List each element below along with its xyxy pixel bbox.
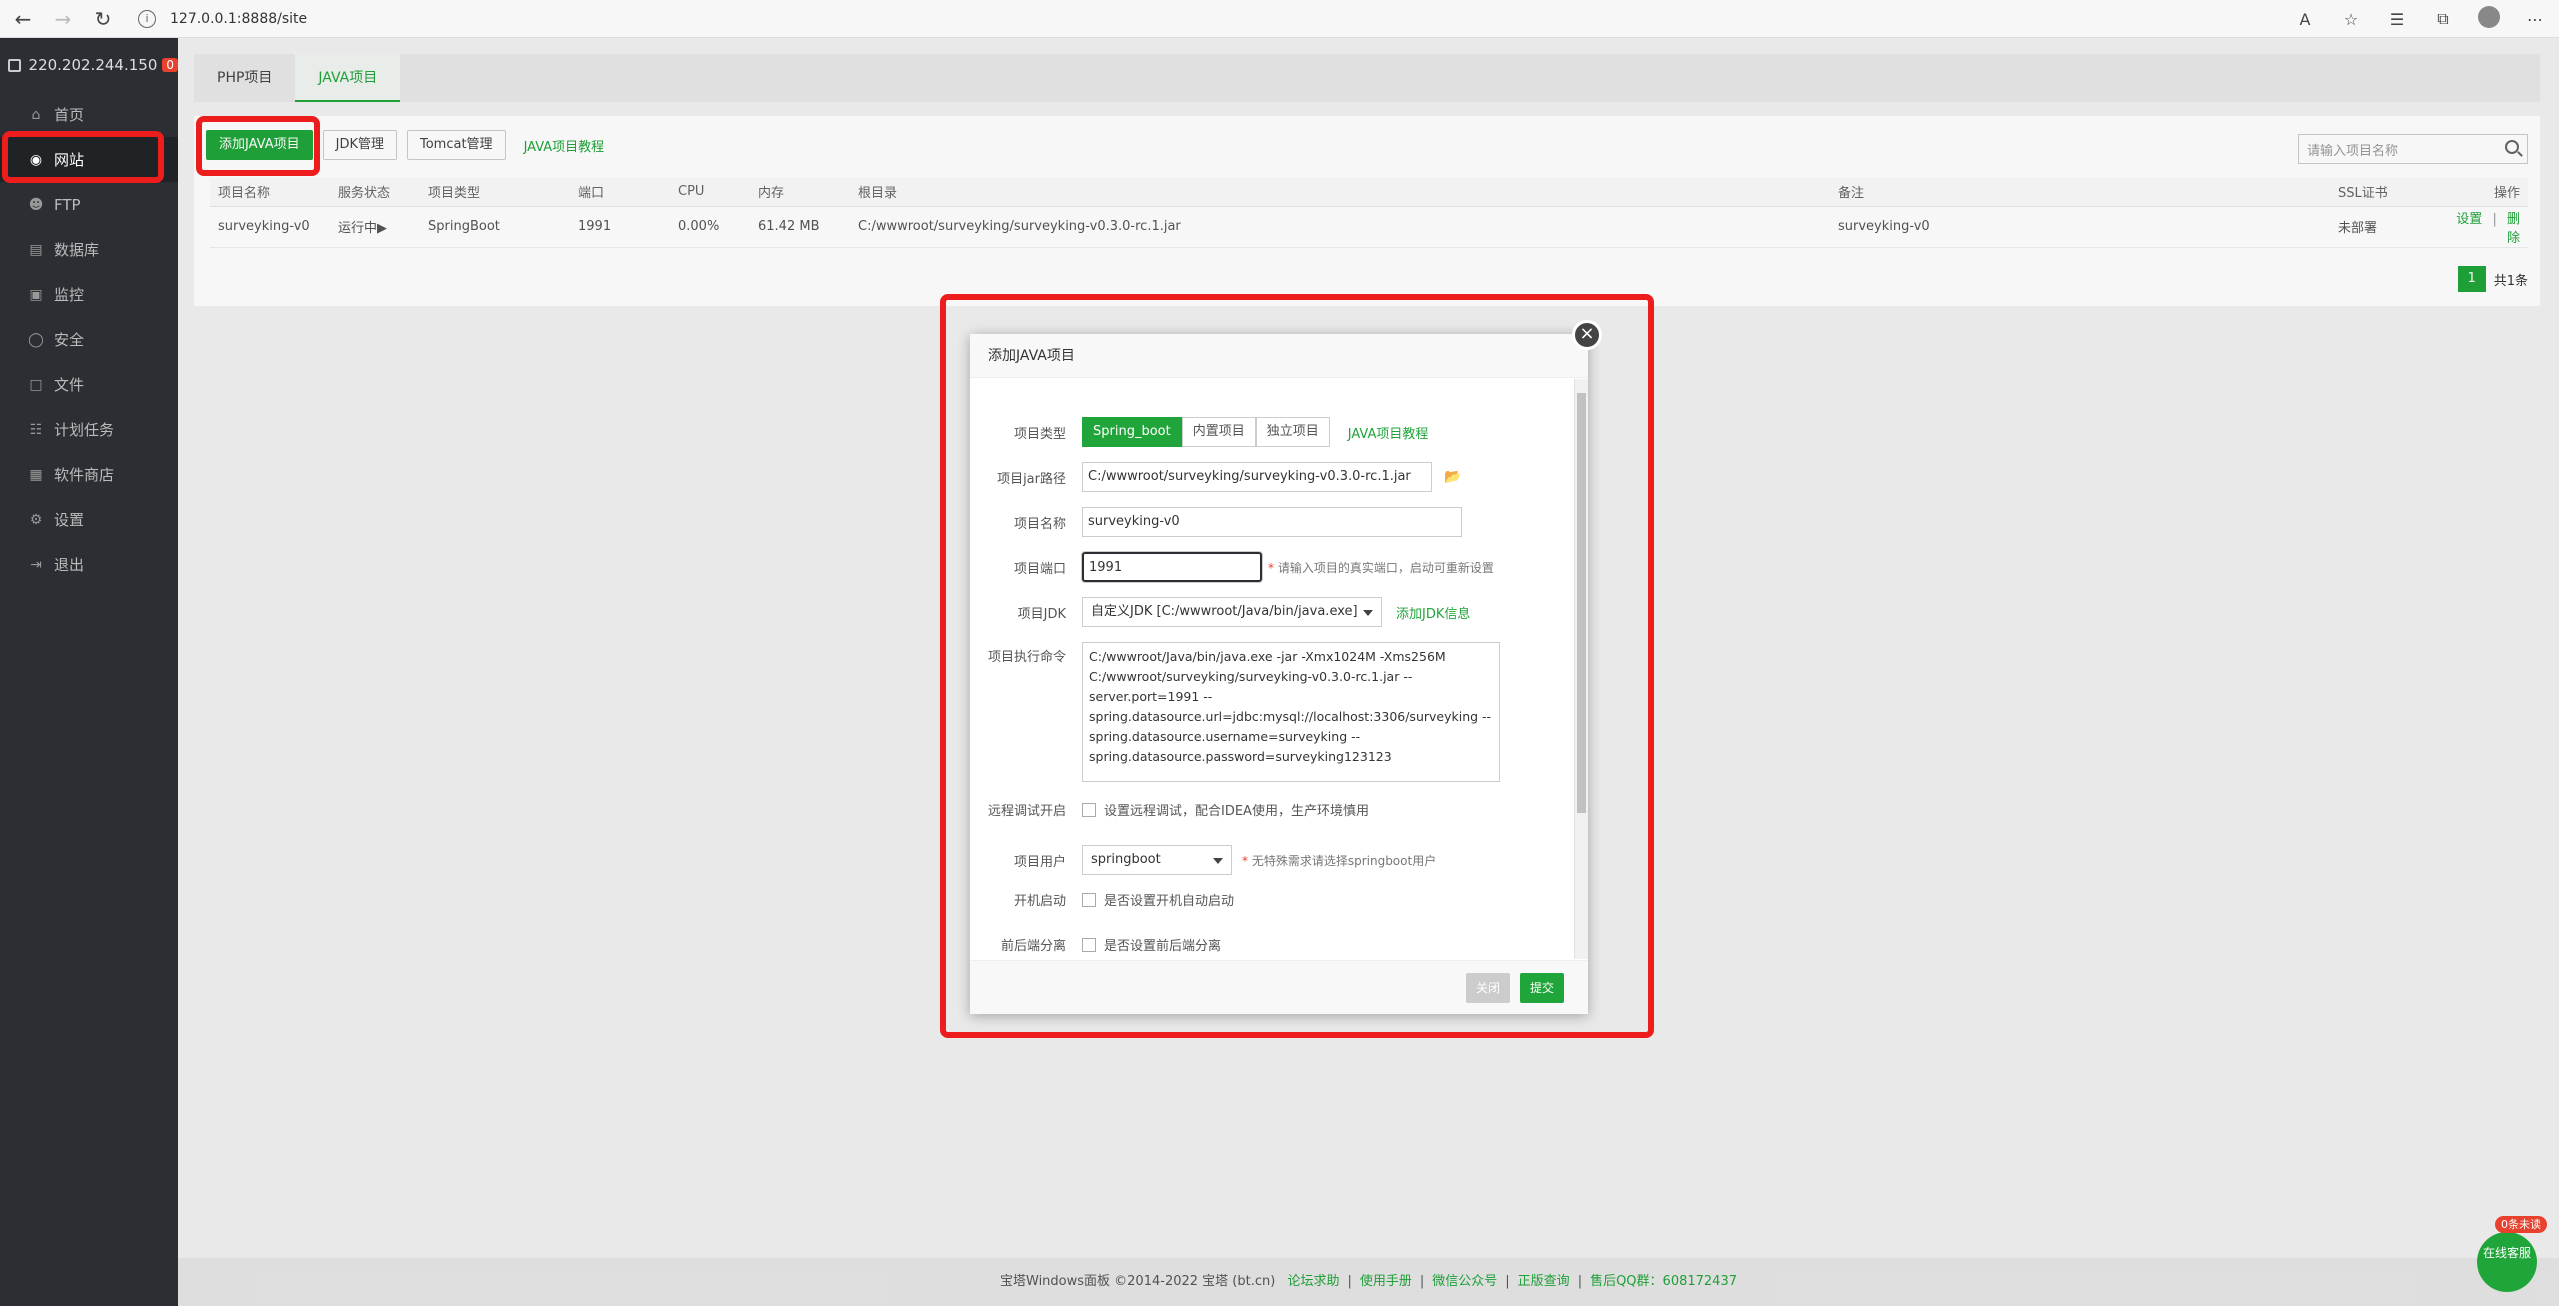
- sidebar-item-monitor[interactable]: ▣ 监控: [0, 272, 178, 317]
- sidebar-item-security[interactable]: ◯ 安全: [0, 317, 178, 362]
- profile-avatar[interactable]: [2475, 6, 2503, 32]
- sidebar-item-label: FTP: [54, 195, 81, 214]
- server-info: 220.202.244.150 0: [0, 38, 178, 92]
- sidebar-item-store[interactable]: ▦ 软件商店: [0, 452, 178, 497]
- shield-icon: ◯: [28, 331, 44, 348]
- highlight-website-menu: [2, 131, 164, 183]
- sidebar-item-label: 文件: [54, 376, 85, 394]
- url-text: 127.0.0.1:8888/site: [170, 10, 308, 27]
- highlight-add-button: [196, 116, 320, 176]
- info-icon[interactable]: i: [138, 9, 156, 28]
- store-icon: ▦: [29, 466, 43, 483]
- collections-icon[interactable]: ⧉: [2429, 9, 2457, 29]
- task-icon: ☷: [29, 421, 43, 438]
- home-icon: ⌂: [31, 106, 41, 123]
- read-aloud-icon[interactable]: A: [2291, 10, 2319, 29]
- sidebar-item-label: 首页: [54, 106, 85, 124]
- highlight-dialog: [940, 294, 1654, 1038]
- sidebar-item-label: 软件商店: [54, 466, 115, 484]
- sidebar-item-files[interactable]: □ 文件: [0, 362, 178, 407]
- sidebar-item-label: 监控: [54, 286, 85, 304]
- address-bar[interactable]: i 127.0.0.1:8888/site: [138, 4, 307, 34]
- sidebar: 220.202.244.150 0 ⌂ 首页 ◉ 网站 ☻ FTP ▤ 数据库 ▣ 监控 …: [0, 38, 178, 1306]
- server-badge[interactable]: 0: [162, 58, 178, 72]
- gear-icon: ⚙: [29, 511, 43, 528]
- logout-icon: ⇥: [30, 556, 42, 573]
- sidebar-item-label: 安全: [54, 331, 85, 349]
- sidebar-item-tasks[interactable]: ☷ 计划任务: [0, 407, 178, 452]
- sidebar-item-label: 设置: [54, 511, 85, 529]
- forward-icon[interactable]: →: [46, 2, 80, 36]
- folder-icon: □: [29, 376, 43, 393]
- favorites-icon[interactable]: ☰: [2383, 10, 2411, 29]
- sidebar-item-label: 退出: [54, 556, 85, 574]
- sidebar-item-label: 计划任务: [54, 421, 115, 439]
- support-label: 在线客服: [2482, 1246, 2531, 1260]
- more-icon[interactable]: ⋯: [2521, 10, 2549, 29]
- sidebar-item-logout[interactable]: ⇥ 退出: [0, 542, 178, 587]
- server-ip: 220.202.244.150: [28, 56, 158, 74]
- unread-badge: 0条未读: [2495, 1216, 2547, 1233]
- back-icon[interactable]: ←: [6, 2, 40, 36]
- online-support-button[interactable]: 0条未读 在线客服: [2477, 1216, 2547, 1292]
- monitor-icon: ▣: [29, 286, 43, 303]
- database-icon: ▤: [29, 241, 43, 258]
- favorite-star-icon[interactable]: ☆: [2337, 10, 2365, 29]
- sidebar-item-settings[interactable]: ⚙ 设置: [0, 497, 178, 542]
- monitor-icon: [8, 58, 21, 72]
- sidebar-item-database[interactable]: ▤ 数据库: [0, 227, 178, 272]
- reload-icon[interactable]: ↻: [86, 2, 120, 36]
- ftp-icon: ☻: [28, 196, 44, 213]
- browser-toolbar: ← → ↻ i 127.0.0.1:8888/site A ☆ ☰ ⧉ ⋯: [0, 0, 2559, 38]
- sidebar-item-ftp[interactable]: ☻ FTP: [0, 182, 178, 227]
- sidebar-item-label: 数据库: [54, 241, 100, 259]
